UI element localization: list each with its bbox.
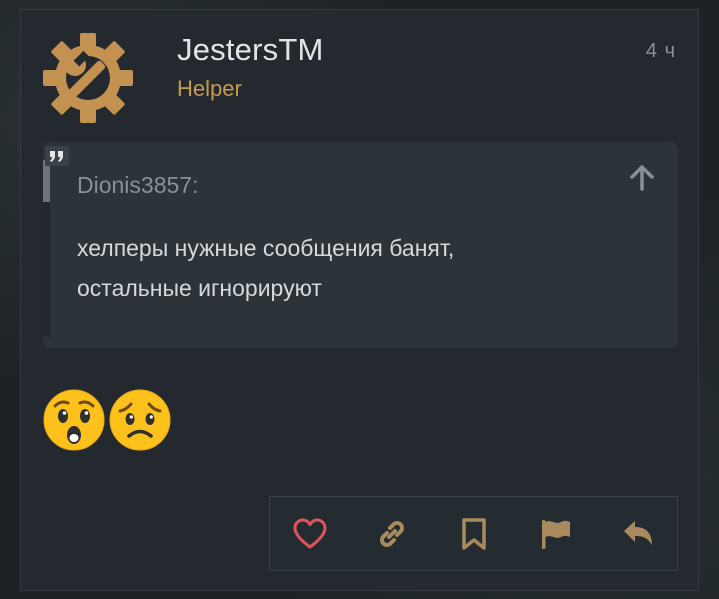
bookmark-button[interactable]: [454, 514, 494, 554]
link-icon: [380, 521, 404, 547]
avatar[interactable]: [41, 31, 135, 125]
quote-text: хелперы нужные сообщения банят, остальны…: [77, 228, 637, 308]
quote-author[interactable]: Dionis3857:: [77, 172, 198, 199]
hushed-face-emoji: [43, 389, 105, 451]
arrow-up-icon[interactable]: [628, 164, 656, 192]
flag-icon: [542, 520, 570, 549]
post-actions-bar: [269, 496, 678, 571]
post-timestamp[interactable]: 4 ч: [646, 40, 676, 63]
quote-marks-icon: [45, 146, 69, 166]
quote-line: хелперы нужные сообщения банят,: [77, 235, 455, 261]
forum-post: JestersTM Helper 4 ч Dionis3857: хелперы…: [20, 9, 699, 591]
reply-button[interactable]: [618, 514, 658, 554]
author-name[interactable]: JestersTM: [177, 32, 323, 68]
worried-face-emoji: [109, 389, 171, 451]
quote-block: Dionis3857: хелперы нужные сообщения бан…: [43, 142, 678, 348]
quote-line: остальные игнорируют: [77, 275, 322, 301]
author-role-badge: Helper: [177, 76, 242, 101]
bookmark-icon: [462, 518, 486, 550]
share-link-button[interactable]: [372, 514, 412, 554]
gear-wrench-icon: [43, 33, 133, 123]
heart-icon: [293, 518, 327, 549]
quote-border-accent: [43, 160, 50, 202]
flag-button[interactable]: [536, 514, 576, 554]
reply-icon: [624, 521, 652, 545]
like-button[interactable]: [290, 514, 330, 554]
